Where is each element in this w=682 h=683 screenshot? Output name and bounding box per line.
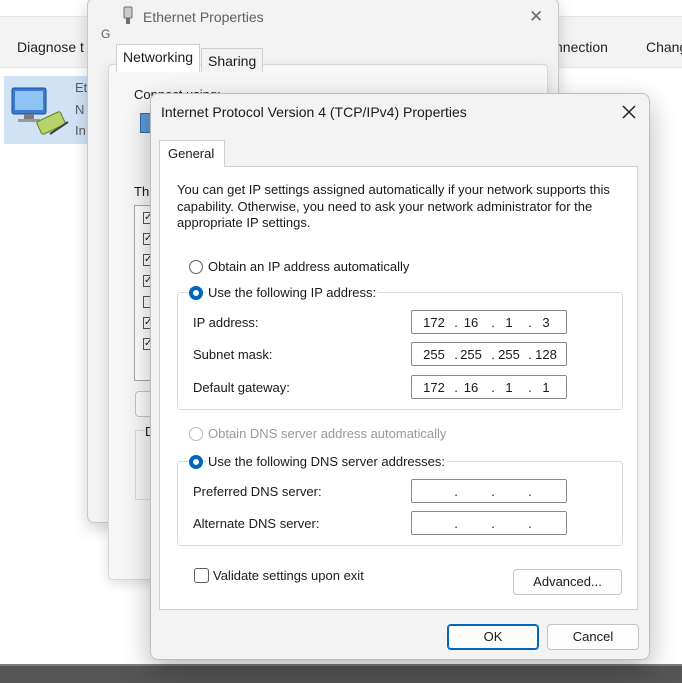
tab-sharing[interactable]: Sharing bbox=[201, 48, 264, 72]
ip-octet: 172 bbox=[423, 315, 445, 330]
subnet-mask-label: Subnet mask: bbox=[193, 347, 273, 362]
default-gateway-label: Default gateway: bbox=[193, 380, 290, 395]
validate-settings-label[interactable]: Validate settings upon exit bbox=[213, 568, 364, 583]
close-icon[interactable] bbox=[614, 97, 644, 127]
validate-settings-checkbox[interactable] bbox=[194, 568, 209, 583]
ip-octet: 1 bbox=[505, 380, 513, 395]
use-following-dns-label[interactable]: Use the following DNS server addresses: bbox=[206, 454, 447, 469]
tab-general[interactable]: General bbox=[159, 140, 225, 167]
obtain-ip-auto-radio[interactable] bbox=[189, 260, 203, 274]
preferred-dns-label: Preferred DNS server: bbox=[193, 484, 322, 499]
desktop-strip bbox=[0, 666, 682, 683]
rename-connection-toolbar-item[interactable]: nnection bbox=[555, 39, 608, 55]
use-following-dns-radio[interactable] bbox=[189, 455, 203, 469]
ip-octet: 172 bbox=[423, 380, 445, 395]
ethernet-icon bbox=[123, 6, 133, 24]
use-following-ip-radio[interactable] bbox=[189, 286, 203, 300]
ip-octet: 16 bbox=[463, 380, 479, 395]
obtain-dns-auto-radio[interactable] bbox=[189, 427, 203, 441]
ip-octet: 3 bbox=[542, 315, 550, 330]
diagnose-toolbar-item[interactable]: Diagnose t bbox=[17, 39, 84, 55]
ip-address-label: IP address: bbox=[193, 315, 259, 330]
ip-octet: 128 bbox=[535, 347, 557, 362]
ip-address-field[interactable]: 172 . 16 . 1 . 3 bbox=[411, 310, 567, 334]
adapter-device: In bbox=[75, 123, 86, 138]
ip-octet: 255 bbox=[423, 347, 445, 362]
intro-description: You can get IP settings assigned automat… bbox=[177, 182, 610, 230]
default-gateway-field[interactable]: 172 . 16 . 1 . 1 bbox=[411, 375, 567, 399]
network-adapter-icon bbox=[11, 87, 69, 135]
ip-octet: 1 bbox=[542, 380, 550, 395]
ip-octet: 1 bbox=[505, 315, 513, 330]
tab-networking[interactable]: Networking bbox=[116, 44, 201, 72]
dialog-title: Internet Protocol Version 4 (TCP/IPv4) P… bbox=[161, 104, 467, 120]
obtain-dns-auto-label[interactable]: Obtain DNS server address automatically bbox=[206, 426, 449, 441]
ethernet-close-icon[interactable]: ✕ bbox=[529, 7, 543, 27]
cancel-button[interactable]: Cancel bbox=[547, 624, 639, 650]
subnet-mask-field[interactable]: 255 . 255 . 255 . 128 bbox=[411, 342, 567, 366]
ethernet-properties-title: Ethernet Properties bbox=[143, 9, 264, 25]
ip-octet: 16 bbox=[463, 315, 479, 330]
change-settings-toolbar-item[interactable]: Chang bbox=[646, 39, 682, 55]
ok-button[interactable]: OK bbox=[447, 624, 539, 650]
ip-octet: 255 bbox=[498, 347, 520, 362]
ethernet-side-fragment: G bbox=[101, 27, 111, 41]
adapter-status: N bbox=[75, 102, 85, 117]
alternate-dns-field[interactable]: . . . bbox=[411, 511, 567, 535]
adapter-name: Et bbox=[75, 80, 88, 95]
obtain-ip-auto-label[interactable]: Obtain an IP address automatically bbox=[206, 259, 412, 274]
advanced-button[interactable]: Advanced... bbox=[513, 569, 622, 595]
preferred-dns-field[interactable]: . . . bbox=[411, 479, 567, 503]
use-following-ip-label[interactable]: Use the following IP address: bbox=[206, 285, 379, 300]
ip-octet: 255 bbox=[460, 347, 482, 362]
alternate-dns-label: Alternate DNS server: bbox=[193, 516, 320, 531]
